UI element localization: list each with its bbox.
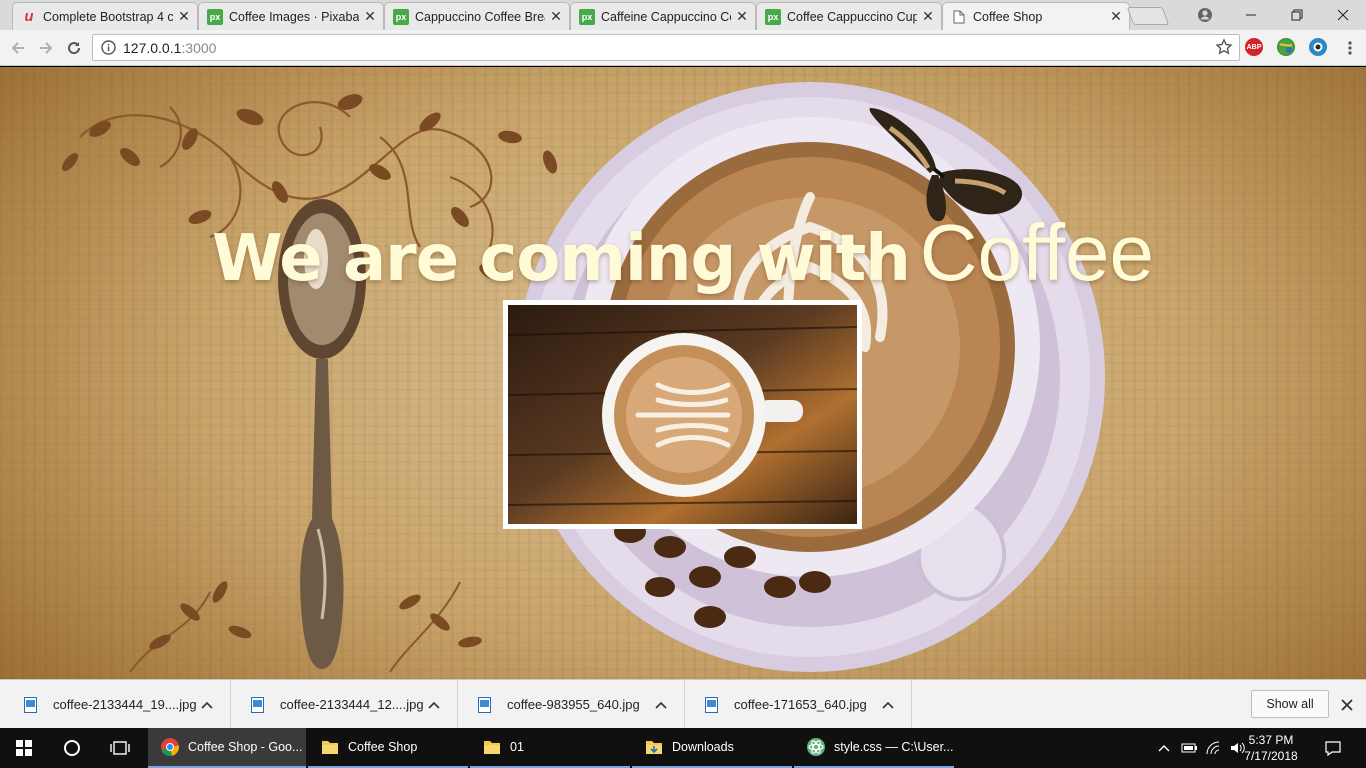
chevron-up-icon[interactable] (650, 694, 672, 716)
restore-button[interactable] (1274, 0, 1320, 30)
hero-heading: We are coming with Coffee (0, 207, 1366, 299)
cortana-search-icon[interactable] (48, 728, 96, 768)
udemy-icon: u (24, 8, 34, 25)
chrome-menu-icon[interactable] (1338, 36, 1362, 60)
wifi-icon[interactable] (1202, 728, 1224, 768)
clock-time: 5:37 PM (1248, 733, 1294, 747)
browser-toolbar: 127.0.0.1:3000 ABP (0, 30, 1366, 66)
taskbar-item-folder-01[interactable]: 01 (470, 728, 630, 768)
pixabay-icon: px (207, 8, 223, 25)
download-item[interactable]: coffee-171653_640.jpg (685, 680, 912, 729)
extension-globe-icon[interactable] (1277, 38, 1295, 56)
chevron-up-icon[interactable] (1154, 728, 1174, 768)
download-filename: coffee-983955_640.jpg (507, 697, 640, 712)
tab-coffee-shop[interactable]: Coffee Shop ✕ (942, 2, 1130, 30)
profile-icon[interactable] (1182, 0, 1228, 30)
forward-button[interactable] (34, 36, 58, 60)
tab-title: Coffee Cappuccino Cup (787, 9, 917, 24)
download-item[interactable]: coffee-2133444_19....jpg (4, 680, 231, 729)
tab-coffee-images-pixabay[interactable]: px Coffee Images · Pixabay ✕ (198, 2, 384, 30)
vine-ornament-bottom-center (389, 581, 482, 673)
tab-caffeine-cappuccino[interactable]: px Caffeine Cappuccino Co ✕ (570, 2, 756, 30)
page-viewport: We are coming with Coffee (0, 67, 1366, 679)
tab-title: Caffeine Cappuccino Co (601, 9, 731, 24)
hero-heading-light: Coffee (919, 208, 1155, 297)
close-icon[interactable]: ✕ (921, 10, 935, 24)
tab-title: Cappuccino Coffee Brea (415, 9, 545, 24)
cappuccino-photo (503, 300, 862, 529)
download-filename: coffee-2133444_19....jpg (53, 697, 196, 712)
downloads-folder-icon (646, 741, 662, 754)
close-icon[interactable]: ✕ (735, 10, 749, 24)
taskbar-item-downloads[interactable]: Downloads (632, 728, 792, 768)
info-icon[interactable] (101, 40, 116, 55)
image-file-icon (705, 696, 718, 713)
taskbar-item-chrome[interactable]: Coffee Shop - Goo... (148, 728, 306, 768)
image-file-icon (251, 696, 264, 713)
pixabay-icon: px (765, 8, 781, 25)
taskbar-item-folder-coffee-shop[interactable]: Coffee Shop (308, 728, 468, 768)
pixabay-icon: px (393, 8, 409, 25)
taskbar-item-label: 01 (510, 740, 524, 754)
downloads-bar: coffee-2133444_19....jpg coffee-2133444_… (0, 679, 1366, 729)
url-text[interactable]: 127.0.0.1:3000 (123, 40, 216, 56)
tab-strip: u Complete Bootstrap 4 c ✕ px Coffee Ima… (0, 0, 1366, 30)
vine-ornament-bottom-left (129, 581, 252, 673)
tab-cappuccino-coffee-break[interactable]: px Cappuccino Coffee Brea ✕ (384, 2, 570, 30)
close-icon[interactable]: ✕ (363, 10, 377, 24)
minimize-button[interactable] (1228, 0, 1274, 30)
chrome-icon (161, 738, 180, 757)
close-icon[interactable]: ✕ (177, 10, 191, 24)
close-icon[interactable]: ✕ (1109, 10, 1123, 24)
new-tab-button[interactable] (1126, 7, 1170, 25)
tab-title: Complete Bootstrap 4 c (43, 9, 173, 24)
close-icon[interactable]: ✕ (549, 10, 563, 24)
download-filename: coffee-2133444_12....jpg (280, 697, 423, 712)
address-bar[interactable]: 127.0.0.1:3000 (92, 34, 1240, 61)
download-item[interactable]: coffee-983955_640.jpg (458, 680, 685, 729)
reload-button[interactable] (62, 36, 86, 60)
chevron-up-icon[interactable] (196, 694, 218, 716)
show-all-button[interactable]: Show all (1251, 690, 1329, 718)
action-center-icon[interactable] (1322, 728, 1344, 768)
clock-date: 7/17/2018 (1244, 749, 1298, 763)
atom-icon (807, 738, 825, 756)
cappuccino-photo-image (508, 305, 857, 524)
pixabay-icon: px (579, 8, 595, 25)
url-host: 127.0.0.1 (123, 40, 182, 56)
tab-title: Coffee Images · Pixabay (229, 9, 359, 24)
page-icon (951, 9, 967, 25)
taskbar-item-label: style.css — C:\User... (834, 740, 954, 754)
taskbar-item-label: Coffee Shop (348, 740, 418, 754)
task-view-icon[interactable] (96, 728, 144, 768)
chevron-up-icon[interactable] (877, 694, 899, 716)
taskbar-item-label: Downloads (672, 740, 734, 754)
bookmark-star-icon[interactable] (1215, 38, 1233, 56)
battery-icon[interactable] (1178, 728, 1200, 768)
adblock-plus-icon[interactable]: ABP (1245, 38, 1263, 56)
system-clock[interactable]: 5:37 PM 7/17/2018 (1226, 732, 1316, 764)
tab-coffee-cappuccino-cup[interactable]: px Coffee Cappuccino Cup ✕ (756, 2, 942, 30)
windows-taskbar: Coffee Shop - Goo... Coffee Shop 01 Down… (0, 728, 1366, 768)
hero-heading-bold: We are coming with (211, 222, 911, 296)
taskbar-item-atom[interactable]: style.css — C:\User... (794, 728, 954, 768)
folder-icon (484, 741, 500, 754)
close-window-button[interactable] (1320, 0, 1366, 30)
url-port: :3000 (181, 40, 217, 56)
windows-start-icon[interactable] (0, 728, 48, 768)
image-file-icon (24, 696, 37, 713)
download-filename: coffee-171653_640.jpg (734, 697, 867, 712)
image-file-icon (478, 696, 491, 713)
taskbar-item-label: Coffee Shop - Goo... (188, 740, 303, 754)
folder-icon (322, 741, 338, 754)
close-downloads-icon[interactable] (1336, 694, 1358, 716)
tab-title: Coffee Shop (973, 9, 1043, 24)
download-item[interactable]: coffee-2133444_12....jpg (231, 680, 458, 729)
chevron-up-icon[interactable] (423, 694, 445, 716)
back-button[interactable] (6, 36, 30, 60)
extension-circle-icon[interactable] (1309, 38, 1327, 56)
tab-complete-bootstrap[interactable]: u Complete Bootstrap 4 c ✕ (12, 2, 198, 30)
